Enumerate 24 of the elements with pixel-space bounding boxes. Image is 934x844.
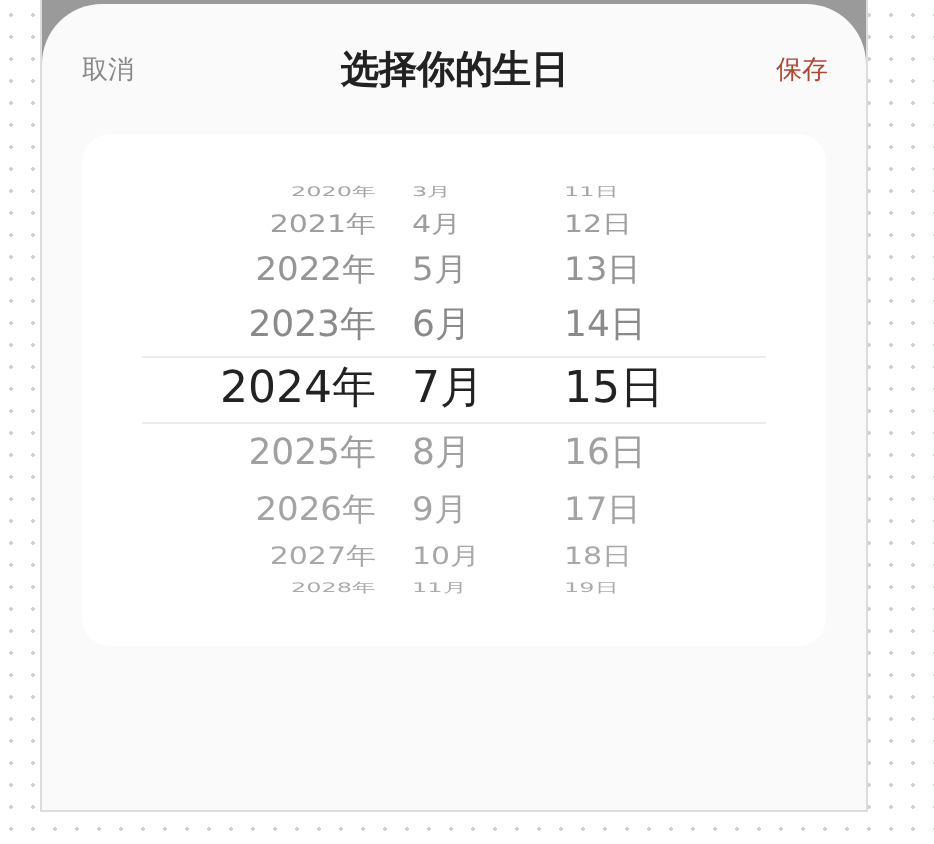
year-option[interactable]: 2024年 — [220, 368, 376, 412]
month-option[interactable]: 6月 — [412, 308, 471, 344]
year-option[interactable]: 2025年 — [248, 436, 376, 472]
day-option[interactable]: 16日 — [564, 436, 646, 472]
day-option[interactable]: 18日 — [564, 544, 633, 568]
month-option[interactable]: 5月 — [412, 253, 468, 287]
day-option[interactable]: 14日 — [564, 308, 646, 344]
year-option[interactable]: 2021年 — [269, 212, 376, 236]
year-option[interactable]: 2027年 — [269, 544, 376, 568]
year-option[interactable]: 2023年 — [248, 308, 376, 344]
year-option[interactable]: 2022年 — [255, 253, 376, 287]
month-option[interactable]: 10月 — [412, 544, 481, 568]
month-option[interactable]: 7月 — [412, 368, 484, 412]
day-option[interactable]: 15日 — [564, 368, 664, 412]
day-option[interactable]: 12日 — [564, 212, 633, 236]
sheet-title: 选择你的生日 — [341, 45, 569, 95]
day-option[interactable]: 13日 — [564, 253, 642, 287]
month-option[interactable]: 8月 — [412, 436, 471, 472]
save-button[interactable]: 保存 — [776, 51, 828, 87]
year-option[interactable]: 2026年 — [255, 493, 376, 527]
month-option[interactable]: 4月 — [412, 212, 462, 236]
cancel-button[interactable]: 取消 — [82, 51, 134, 87]
day-option[interactable]: 17日 — [564, 493, 642, 527]
month-option[interactable]: 9月 — [412, 493, 468, 527]
